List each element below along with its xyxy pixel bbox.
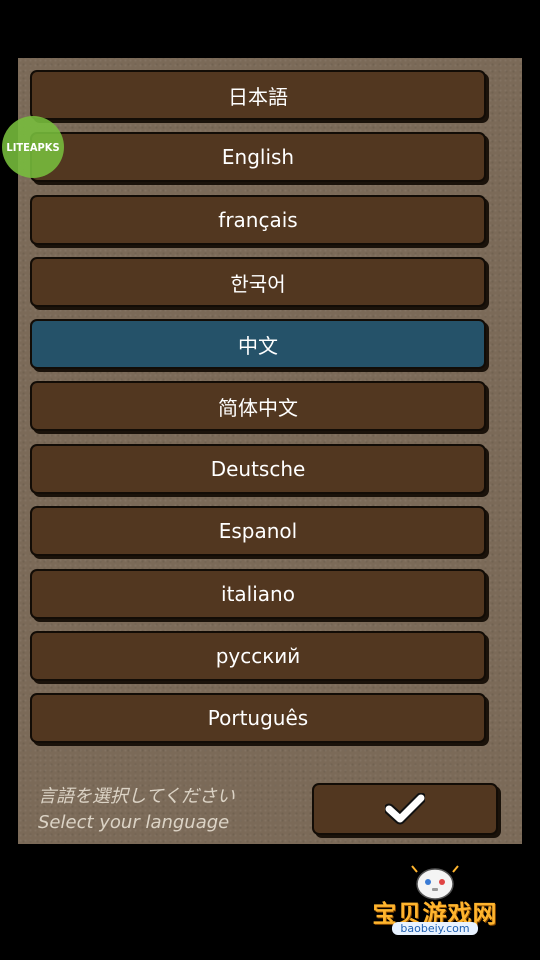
language-option-label: English: [221, 145, 295, 169]
language-option-label: italiano: [221, 582, 295, 606]
confirm-button[interactable]: [312, 783, 498, 835]
language-select-panel: 日本語 English français 한국어 中文 简体中文 Deutsch…: [18, 58, 522, 844]
language-option-spanish[interactable]: Espanol: [30, 506, 486, 556]
language-option-label: 简体中文: [218, 395, 298, 420]
corner-logo-url: baobeiy.com: [392, 922, 478, 935]
language-option-italian[interactable]: italiano: [30, 569, 486, 619]
language-option-label: Espanol: [218, 519, 298, 543]
language-option-chinese[interactable]: 中文: [30, 319, 486, 369]
language-option-label: français: [218, 208, 298, 232]
language-prompt-english: Select your language: [38, 812, 230, 833]
language-option-german[interactable]: Deutsche: [30, 444, 486, 494]
language-prompt-japanese: 言語を選択してください: [38, 786, 235, 807]
liteapks-watermark-badge: LITEAPKS: [2, 116, 64, 178]
checkmark-icon: [385, 793, 425, 825]
watermark-badge-text: LITEAPKS: [6, 140, 60, 154]
language-option-portuguese[interactable]: Português: [30, 693, 486, 743]
language-option-label: русский: [215, 644, 301, 668]
language-option-japanese[interactable]: 日本語: [30, 70, 486, 120]
language-option-label: Deutsche: [210, 457, 306, 481]
language-option-russian[interactable]: русский: [30, 631, 486, 681]
language-option-korean[interactable]: 한국어: [30, 257, 486, 307]
language-option-simplified-chinese[interactable]: 简体中文: [30, 381, 486, 431]
language-option-label: 日本語: [228, 84, 288, 109]
language-prompt: 言語を選択してください Select your language: [38, 784, 235, 836]
language-option-label: 中文: [238, 333, 278, 358]
language-option-english[interactable]: English: [30, 132, 486, 182]
language-option-french[interactable]: français: [30, 195, 486, 245]
language-option-label: 한국어: [230, 271, 286, 296]
corner-site-logo: 宝贝游戏网 baobeiy.com: [362, 862, 508, 954]
language-option-label: Português: [207, 706, 309, 730]
